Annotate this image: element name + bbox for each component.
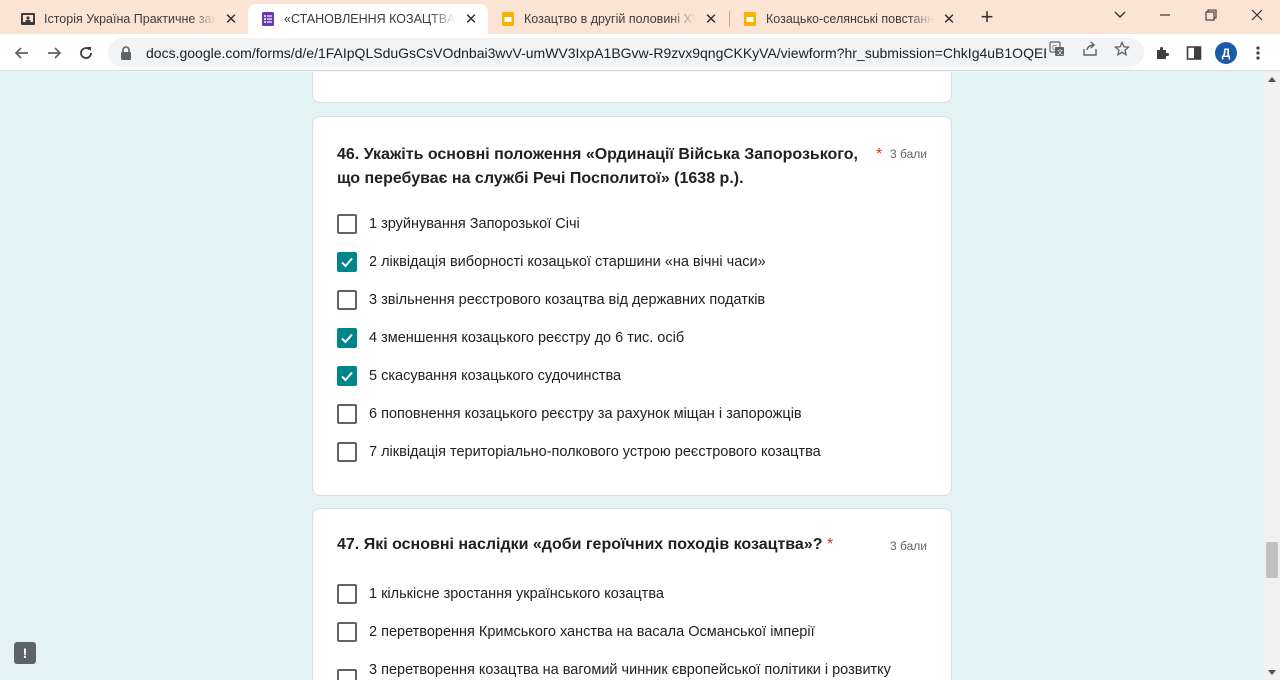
close-icon[interactable]: ✕ [940,10,958,28]
checkbox-option[interactable]: 3 звільнення реєстрового козацтва від де… [337,288,937,312]
scroll-down-icon[interactable] [1268,670,1276,675]
profile-avatar[interactable]: Д [1215,42,1237,64]
translate-icon[interactable]: G文 [1048,40,1066,58]
forward-arrow-icon[interactable] [42,41,66,65]
option-label: 1 зруйнування Запорозької Січі [369,216,580,232]
option-label: 7 ліквідація територіально-полкового уст… [369,444,821,460]
checkmark-icon [341,333,353,344]
url-text[interactable]: docs.google.com/forms/d/e/1FAIpQLSduGsCs… [146,45,1046,61]
checkbox-option[interactable]: 5 скасування козацького судочинства [337,364,937,388]
tab-title: Історія Україна Практичне заняття [44,12,216,26]
checkbox-option[interactable]: 7 ліквідація територіально-полкового уст… [337,440,937,464]
close-icon[interactable]: ✕ [462,10,480,28]
tab-strip: Історія Україна Практичне заняття ✕ «СТА… [0,0,1280,34]
tab-uprisings[interactable]: Козацько-селянські повстання 20 ✕ [730,4,966,34]
question-title-text: 47. Які основні наслідки «доби героїчних… [337,536,823,553]
option-label: 3 перетворення козацтва на вагомий чинни… [369,662,891,678]
checkbox[interactable] [337,290,357,310]
form-page: 46. Укажіть основні положення «Ординації… [0,72,1264,680]
menu-kebab-icon[interactable] [1248,43,1268,63]
address-bar[interactable]: docs.google.com/forms/d/e/1FAIpQLSduGsCs… [108,38,1144,67]
question-card-46: 46. Укажіть основні положення «Ординації… [312,116,952,496]
browser-toolbar: docs.google.com/forms/d/e/1FAIpQLSduGsCs… [0,34,1280,71]
checkbox[interactable] [337,404,357,424]
checkbox-checked[interactable] [337,366,357,386]
tab-cossacks-16th[interactable]: Козацтво в другій половині XVI ✕ [488,4,728,34]
option-label: 4 зменшення козацького реєстру до 6 тис.… [369,330,685,346]
checkbox[interactable] [337,669,357,680]
question-title: 47. Які основні наслідки «доби героїчних… [337,533,867,557]
required-mark: * [876,146,883,163]
option-label: 6 поповнення козацького реєстру за рахун… [369,406,802,422]
option-label: 2 перетворення Кримського ханства на вас… [369,624,815,640]
question-title: 46. Укажіть основні положення «Ординації… [337,146,858,187]
points-label: 3 бали [890,539,927,553]
checkbox[interactable] [337,442,357,462]
option-label: 3 звільнення реєстрового козацтва від де… [369,292,766,308]
lock-icon[interactable] [120,45,136,61]
new-tab-button[interactable]: + [976,4,998,29]
classroom-icon [20,11,36,27]
checkbox-checked[interactable] [337,328,357,348]
tab-title: «СТАНОВЛЕННЯ КОЗАЦТВА (XVI [284,12,456,26]
report-problem-icon[interactable]: ! [14,642,36,664]
tab-search-icon[interactable] [1105,4,1135,26]
checkbox-option[interactable]: 1 зруйнування Запорозької Січі [337,212,937,236]
slides-icon [500,11,516,27]
checkbox-option[interactable]: 2 ліквідація виборності козацької старши… [337,250,937,274]
checkbox-option[interactable]: 3 перетворення козацтва на вагомий чинни… [337,658,937,680]
question-card-47: 47. Які основні наслідки «доби героїчних… [312,508,952,680]
checkbox[interactable] [337,622,357,642]
close-icon[interactable]: ✕ [222,10,240,28]
close-icon[interactable]: ✕ [702,10,720,28]
checkbox[interactable] [337,214,357,234]
svg-text:文: 文 [1057,49,1063,57]
tab-forms-active[interactable]: «СТАНОВЛЕННЯ КОЗАЦТВА (XVI ✕ [248,4,488,34]
restore-icon[interactable] [1196,4,1226,26]
extensions-icon[interactable] [1152,43,1172,63]
page-scrollbar[interactable] [1264,72,1280,680]
checkbox-checked[interactable] [337,252,357,272]
checkbox-option[interactable]: 6 поповнення козацького реєстру за рахун… [337,402,937,426]
checkmark-icon [341,371,353,382]
forms-icon [260,11,276,27]
option-label: 1 кількісне зростання українського козац… [369,586,664,602]
tab-title: Козацько-селянські повстання 20 [766,12,934,26]
scroll-up-icon[interactable] [1268,77,1276,82]
reload-icon[interactable] [74,41,98,65]
minimize-icon[interactable] [1150,4,1180,26]
previous-question-card [312,72,952,103]
option-label: 2 ліквідація виборності козацької старши… [369,254,766,270]
close-window-icon[interactable] [1242,4,1272,26]
required-mark: * [826,536,834,553]
share-icon[interactable] [1081,40,1099,58]
checkbox-option[interactable]: 2 перетворення Кримського ханства на вас… [337,620,937,644]
checkmark-icon [341,257,353,268]
tab-history-practical[interactable]: Історія Україна Практичне заняття ✕ [8,4,248,34]
side-panel-icon[interactable] [1184,43,1204,63]
checkbox[interactable] [337,584,357,604]
scrollbar-thumb[interactable] [1266,542,1278,578]
points-label: 3 бали [890,147,927,161]
checkbox-option[interactable]: 4 зменшення козацького реєстру до 6 тис.… [337,326,937,350]
option-label: 5 скасування козацького судочинства [369,368,622,384]
back-arrow-icon[interactable] [10,41,34,65]
slides-icon [742,11,758,27]
tab-title: Козацтво в другій половині XVI [524,12,696,26]
bookmark-star-icon[interactable] [1113,40,1131,58]
checkbox-option[interactable]: 1 кількісне зростання українського козац… [337,582,937,606]
